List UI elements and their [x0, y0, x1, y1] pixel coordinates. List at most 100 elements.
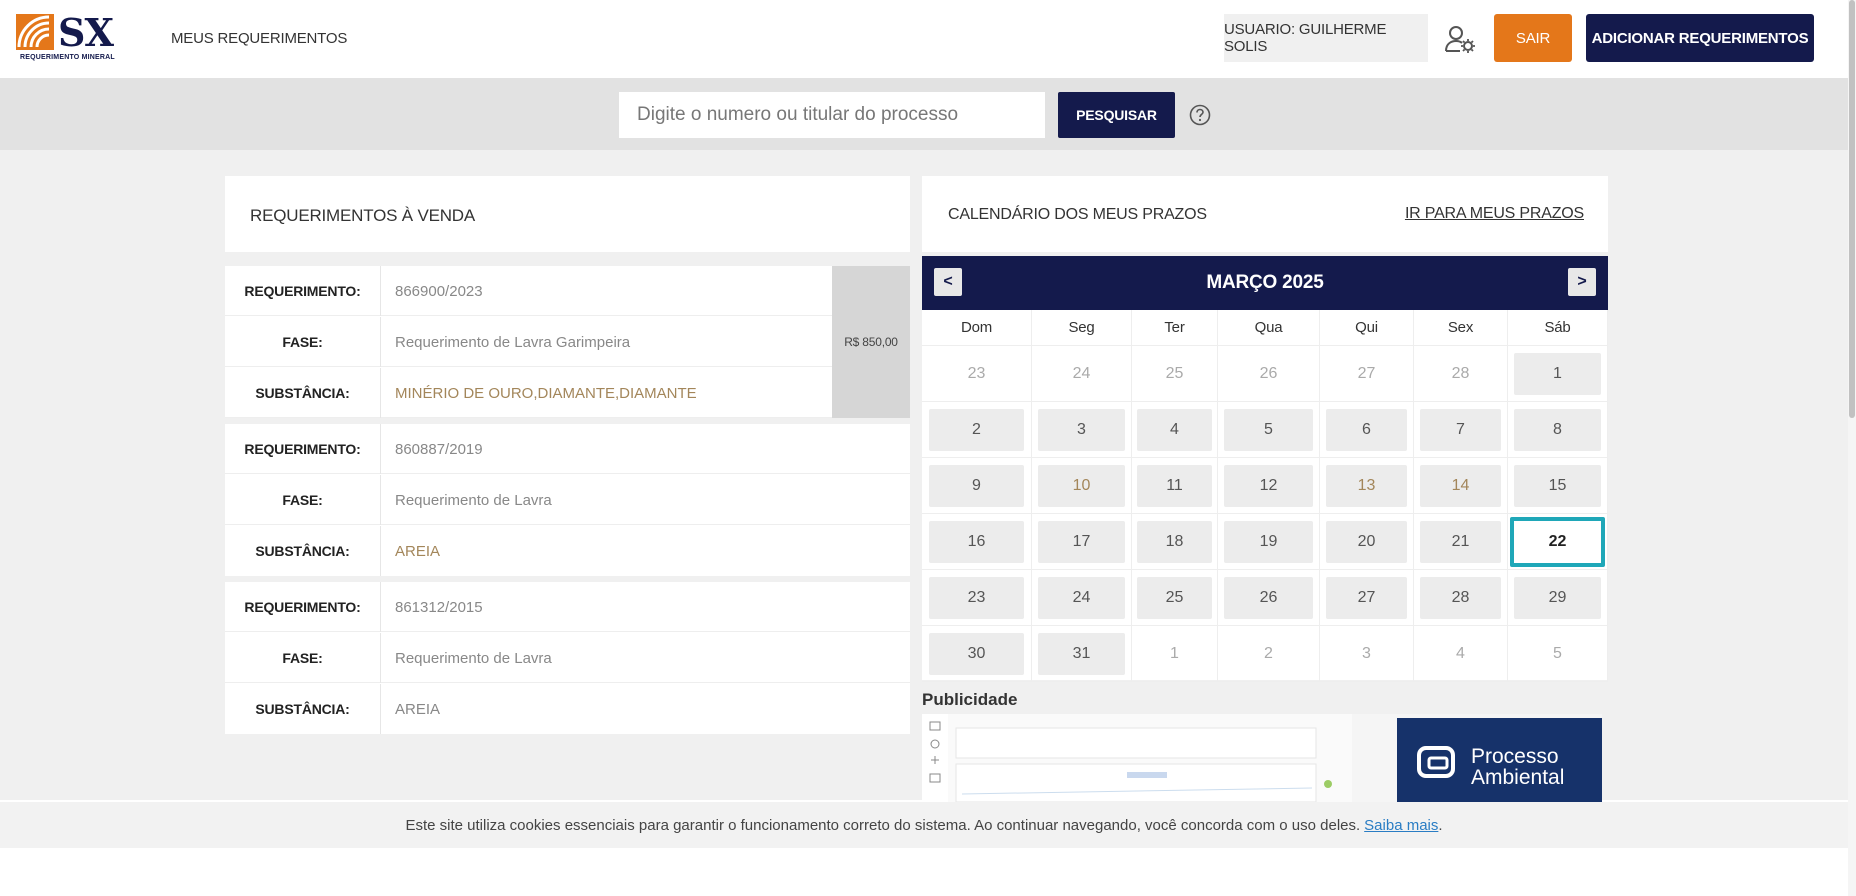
- calendar-day-number: 10: [1037, 464, 1126, 507]
- calendar-day-number: 5: [1224, 408, 1313, 451]
- row-requerimento: REQUERIMENTO: 860887/2019: [225, 424, 910, 474]
- calendar-day-number: 23: [928, 576, 1025, 619]
- calendar-day-number: 2: [928, 408, 1025, 451]
- calendar-day[interactable]: 15: [1508, 458, 1608, 514]
- requerimento-card[interactable]: REQUERIMENTO: 861312/2015 FASE: Requerim…: [225, 582, 910, 734]
- logout-button[interactable]: SAIR: [1494, 14, 1572, 62]
- calendar-day[interactable]: 30: [922, 626, 1032, 682]
- calendar-day[interactable]: 19: [1218, 514, 1320, 570]
- nav-meus-requerimentos[interactable]: MEUS REQUERIMENTOS: [171, 30, 347, 47]
- calendar-day[interactable]: 12: [1218, 458, 1320, 514]
- ad-screenshot-preview: [922, 714, 1352, 802]
- cookie-period: .: [1438, 816, 1443, 834]
- logo-subtitle: REQUERIMENTO MINERAL: [20, 54, 115, 61]
- calendar-day-number: 18: [1137, 520, 1212, 563]
- page-scrollbar-thumb[interactable]: [1849, 0, 1855, 418]
- calendar-day[interactable]: 2: [1218, 626, 1320, 682]
- calendar-day-number: 21: [1419, 520, 1502, 563]
- calendar-day[interactable]: 25: [1132, 346, 1218, 402]
- label-substancia: SUBSTÂNCIA:: [225, 684, 381, 734]
- calendar-day-number: 19: [1224, 520, 1313, 563]
- help-icon[interactable]: [1189, 104, 1211, 126]
- calendar-day[interactable]: 18: [1132, 514, 1218, 570]
- cookie-banner: Este site utiliza cookies essenciais par…: [0, 802, 1848, 848]
- calendar-day[interactable]: 27: [1320, 570, 1414, 626]
- cookie-learn-more-link[interactable]: Saiba mais: [1364, 817, 1438, 834]
- calendar-day[interactable]: 13: [1320, 458, 1414, 514]
- calendar-day[interactable]: 1: [1132, 626, 1218, 682]
- add-requerimentos-button[interactable]: ADICIONAR REQUERIMENTOS: [1586, 14, 1814, 62]
- value-requerimento: 861312/2015: [395, 598, 483, 616]
- calendar-day[interactable]: 4: [1132, 402, 1218, 458]
- calendar-day[interactable]: 24: [1032, 570, 1132, 626]
- label-requerimento: REQUERIMENTO:: [225, 266, 381, 316]
- calendar-day[interactable]: 25: [1132, 570, 1218, 626]
- calendar-prazos-link[interactable]: IR PARA MEUS PRAZOS: [1405, 205, 1584, 223]
- weekday-header: Seg: [1032, 310, 1132, 346]
- calendar-day-number: 31: [1037, 632, 1126, 675]
- value-fase: Requerimento de Lavra: [395, 491, 552, 509]
- calendar-day-number: 7: [1419, 408, 1502, 451]
- calendar-day[interactable]: 20: [1320, 514, 1414, 570]
- calendar-day[interactable]: 11: [1132, 458, 1218, 514]
- calendar-day[interactable]: 21: [1414, 514, 1508, 570]
- calendar-day[interactable]: 5: [1218, 402, 1320, 458]
- calendar-day[interactable]: 24: [1032, 346, 1132, 402]
- ad-banner[interactable]: Processo Ambiental: [922, 714, 1602, 802]
- calendar-day[interactable]: 16: [922, 514, 1032, 570]
- requerimento-card[interactable]: REQUERIMENTO: 860887/2019 FASE: Requerim…: [225, 424, 910, 576]
- calendar-day[interactable]: 23: [922, 570, 1032, 626]
- user-settings-icon[interactable]: [1444, 24, 1476, 54]
- calendar-day[interactable]: 28: [1414, 346, 1508, 402]
- calendar-day-number: 3: [1362, 644, 1371, 662]
- calendar-day[interactable]: 9: [922, 458, 1032, 514]
- calendar-day-number: 14: [1419, 464, 1502, 507]
- calendar-day[interactable]: 10: [1032, 458, 1132, 514]
- weekday-header: Qua: [1218, 310, 1320, 346]
- sx-logo[interactable]: SX REQUERIMENTO MINERAL: [16, 10, 126, 64]
- calendar-day[interactable]: 31: [1032, 626, 1132, 682]
- calendar-day-number: 4: [1456, 644, 1465, 662]
- label-requerimento: REQUERIMENTO:: [225, 424, 381, 474]
- calendar-day-number: 8: [1513, 408, 1602, 451]
- calendar-day[interactable]: 26: [1218, 570, 1320, 626]
- calendar-day[interactable]: 4: [1414, 626, 1508, 682]
- calendar-day[interactable]: 26: [1218, 346, 1320, 402]
- next-month-button[interactable]: >: [1568, 268, 1596, 296]
- calendar-day[interactable]: 8: [1508, 402, 1608, 458]
- calendar-day-number: 20: [1325, 520, 1408, 563]
- calendar-day-number: 4: [1137, 408, 1212, 451]
- label-fase: FASE:: [225, 633, 381, 683]
- calendar-day[interactable]: 7: [1414, 402, 1508, 458]
- row-substancia: SUBSTÂNCIA: MINÉRIO DE OURO,DIAMANTE,DIA…: [225, 368, 910, 418]
- cookie-text: Este site utiliza cookies essenciais par…: [405, 816, 1361, 834]
- ads-title: Publicidade: [922, 690, 1018, 709]
- calendar-day[interactable]: 23: [922, 346, 1032, 402]
- calendar-day-number: 1: [1170, 644, 1179, 662]
- search-input[interactable]: Digite o numero ou titular do processo: [619, 92, 1045, 138]
- calendar-day[interactable]: 1: [1508, 346, 1608, 402]
- calendar-day-number: 11: [1137, 464, 1212, 507]
- search-button[interactable]: PESQUISAR: [1058, 92, 1175, 138]
- calendar-day[interactable]: 17: [1032, 514, 1132, 570]
- calendar-day[interactable]: 28: [1414, 570, 1508, 626]
- calendar-day-number: 27: [1325, 576, 1408, 619]
- calendar-day[interactable]: 2: [922, 402, 1032, 458]
- value-substancia: AREIA: [395, 700, 441, 718]
- calendar-day[interactable]: 3: [1032, 402, 1132, 458]
- calendar-month-bar: MARÇO 2025 < >: [922, 256, 1608, 310]
- calendar-day[interactable]: 14: [1414, 458, 1508, 514]
- calendar-day[interactable]: 27: [1320, 346, 1414, 402]
- requerimento-card[interactable]: REQUERIMENTO: 866900/2023 FASE: Requerim…: [225, 266, 910, 418]
- calendar-day[interactable]: 22: [1508, 514, 1608, 570]
- row-fase: FASE: Requerimento de Lavra: [225, 633, 910, 683]
- row-requerimento: REQUERIMENTO: 866900/2023: [225, 266, 910, 316]
- calendar-day[interactable]: 6: [1320, 402, 1414, 458]
- calendar-day-number: 2: [1264, 644, 1273, 662]
- calendar-day[interactable]: 29: [1508, 570, 1608, 626]
- calendar-day[interactable]: 3: [1320, 626, 1414, 682]
- calendar-day[interactable]: 5: [1508, 626, 1608, 682]
- prev-month-button[interactable]: <: [934, 268, 962, 296]
- row-fase: FASE: Requerimento de Lavra Garimpeira: [225, 317, 910, 367]
- requerimentos-venda-header: REQUERIMENTOS À VENDA: [225, 176, 910, 252]
